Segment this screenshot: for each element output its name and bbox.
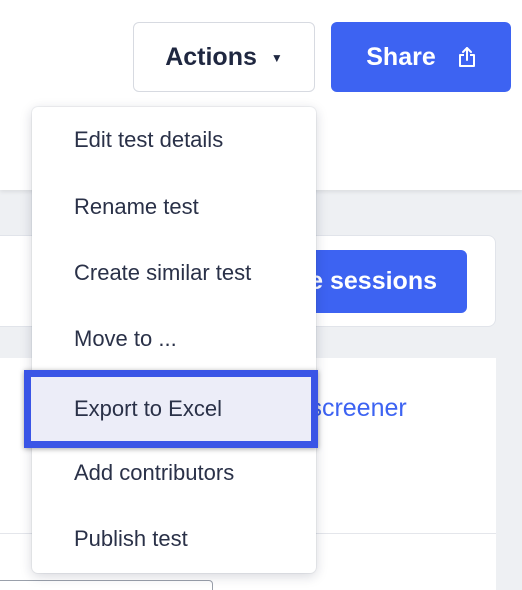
actions-button[interactable]: Actions ▼ [133,22,315,92]
actions-dropdown-menu: Edit test details Rename test Create sim… [32,107,316,573]
menu-item-export-to-excel[interactable]: Export to Excel [24,370,318,448]
menu-item-add-contributors[interactable]: Add contributors [32,440,316,506]
menu-item-create-similar-test[interactable]: Create similar test [32,240,316,306]
share-upload-icon [458,47,475,67]
share-button-label: Share [366,42,436,71]
menu-item-rename-test[interactable]: Rename test [32,174,316,240]
menu-item-move-to[interactable]: Move to ... [32,306,316,372]
menu-item-publish-test[interactable]: Publish test [32,506,316,572]
sessions-button-label: e sessions [309,267,437,295]
share-button[interactable]: Share [331,22,511,92]
menu-item-edit-test-details[interactable]: Edit test details [32,107,316,173]
input-field[interactable] [0,580,213,590]
caret-down-icon: ▼ [270,51,283,65]
actions-button-label: Actions [165,42,257,71]
